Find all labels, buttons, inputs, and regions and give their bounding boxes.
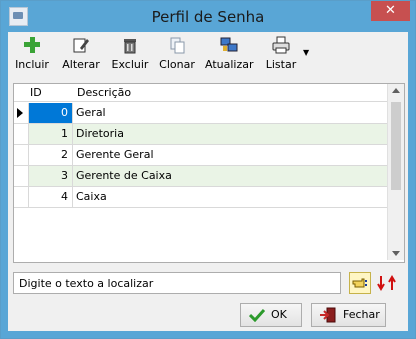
pointing-hand-icon [352,278,367,288]
close-window-button[interactable]: ✕ [371,1,410,21]
row-indicator [14,166,29,186]
cell-id[interactable]: 2 [29,145,73,165]
vertical-scrollbar[interactable] [387,84,404,260]
checkmark-icon [249,308,265,322]
table-row[interactable]: 2 Gerente Geral [14,145,387,166]
delete-label: Excluir [111,58,149,71]
row-indicator [14,145,29,165]
cell-id[interactable]: 1 [29,124,73,144]
cell-id[interactable]: 4 [29,187,73,207]
cell-description[interactable]: Geral [76,103,106,123]
clone-label: Clonar [159,58,195,71]
grid-rows: 0 Geral 1 Diretoria 2 Gerente Geral 3 Ge… [14,103,387,208]
title-bar[interactable]: Perfil de Senha ✕ [1,1,415,32]
exit-door-icon [320,307,336,323]
ok-button[interactable]: OK [240,303,302,327]
delete-button[interactable]: Excluir [110,34,150,72]
column-header-description[interactable]: Descrição [77,86,131,99]
row-indicator [14,103,29,123]
edit-button[interactable]: Alterar [61,34,101,72]
clone-button[interactable]: Clonar [158,34,196,72]
profiles-grid[interactable]: ID Descrição 0 Geral 1 Diretoria 2 Geren [13,83,405,263]
include-button[interactable]: Incluir [14,34,50,72]
printer-icon [272,36,290,54]
close-label: Fechar [343,308,380,321]
cell-description[interactable]: Diretoria [76,124,124,144]
ok-label: OK [271,308,287,321]
edit-label: Alterar [62,58,100,71]
list-dropdown-icon[interactable]: ▼ [303,48,309,57]
scroll-thumb[interactable] [391,102,401,190]
table-row[interactable]: 3 Gerente de Caixa [14,166,387,187]
trash-bin-icon [124,39,136,54]
search-input[interactable] [13,272,341,294]
table-row[interactable]: 4 Caixa [14,187,387,208]
dialog-body: Incluir Alterar Excluir Clonar Atualizar… [8,32,408,331]
include-label: Incluir [15,58,49,71]
refresh-label: Atualizar [205,58,254,71]
refresh-button[interactable]: Atualizar [205,34,254,72]
row-indicator [14,187,29,207]
cell-description[interactable]: Caixa [76,187,107,207]
current-row-pointer-icon [17,108,23,118]
cell-description[interactable]: Gerente de Caixa [76,166,172,186]
copy-documents-icon [170,37,185,54]
list-label: Listar [265,58,297,71]
grid-header: ID Descrição [14,84,387,102]
edit-pencil-icon [73,38,89,53]
toolbar: Incluir Alterar Excluir Clonar Atualizar… [8,32,408,74]
list-button[interactable]: Listar [263,34,299,72]
scroll-up-icon[interactable] [392,88,400,93]
refresh-computers-icon [220,37,238,52]
find-button[interactable] [349,272,371,294]
cell-id[interactable]: 3 [29,166,73,186]
window-title: Perfil de Senha [151,8,265,26]
up-down-arrows-icon [377,275,396,291]
cell-description[interactable]: Gerente Geral [76,145,154,165]
cell-id[interactable]: 0 [29,103,73,123]
scroll-down-icon[interactable] [392,251,400,256]
plus-icon [24,37,40,53]
close-button[interactable]: Fechar [311,303,386,327]
table-row[interactable]: 0 Geral [14,103,387,124]
column-header-id[interactable]: ID [30,86,42,99]
table-row[interactable]: 1 Diretoria [14,124,387,145]
sort-order-button[interactable] [377,274,401,292]
row-indicator [14,124,29,144]
dialog-window: Perfil de Senha ✕ Incluir Alterar Exclui… [0,0,416,339]
